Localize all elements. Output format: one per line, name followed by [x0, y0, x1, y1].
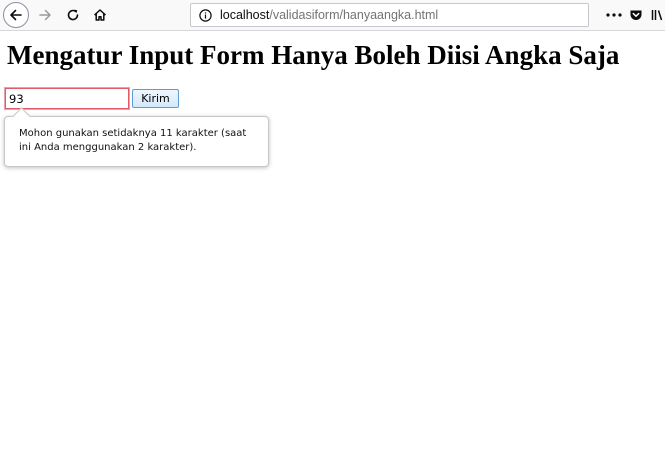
page-actions-button[interactable]	[603, 4, 625, 26]
validation-message: Mohon gunakan setidaknya 11 karakter (sa…	[19, 128, 247, 153]
url-text[interactable]: localhost/validasiform/hanyaangka.html	[220, 8, 438, 22]
reload-button[interactable]	[62, 4, 84, 26]
url-bar[interactable]: localhost/validasiform/hanyaangka.html	[190, 3, 589, 27]
url-host: localhost	[220, 8, 270, 22]
info-icon[interactable]	[198, 8, 212, 22]
page-content: Mengatur Input Form Hanya Boleh Diisi An…	[0, 31, 665, 475]
home-icon	[93, 9, 107, 21]
browser-toolbar: localhost/validasiform/hanyaangka.html	[0, 0, 665, 31]
pocket-button[interactable]	[625, 4, 647, 26]
submit-button[interactable]: Kirim	[132, 89, 179, 108]
url-path: /validasiform/hanyaangka.html	[269, 8, 439, 22]
reload-icon	[67, 9, 79, 21]
arrow-right-icon	[39, 9, 51, 21]
more-icon	[606, 13, 622, 17]
arrow-left-icon	[10, 9, 22, 21]
validation-tooltip: Mohon gunakan setidaknya 11 karakter (sa…	[4, 107, 269, 167]
page-title: Mengatur Input Form Hanya Boleh Diisi An…	[7, 40, 620, 70]
library-button[interactable]	[646, 4, 665, 26]
library-icon	[651, 10, 663, 21]
number-input[interactable]	[5, 88, 129, 109]
forward-button[interactable]	[34, 4, 56, 26]
tooltip-arrow	[12, 107, 31, 126]
back-button[interactable]	[3, 2, 29, 28]
pocket-icon	[630, 10, 642, 20]
home-button[interactable]	[89, 4, 111, 26]
